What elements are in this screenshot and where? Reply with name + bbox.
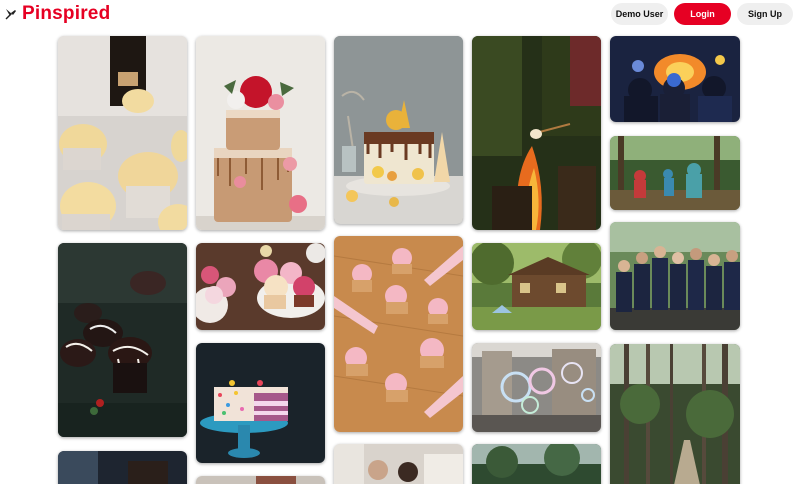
logo[interactable]: Pinspired	[4, 3, 110, 25]
pin-partial-dark[interactable]	[58, 451, 187, 484]
pin-image	[610, 222, 740, 330]
pin-naked-cake[interactable]	[196, 36, 325, 230]
pin-image	[610, 36, 740, 122]
pin-partial-forest[interactable]	[334, 444, 463, 484]
pin-image	[472, 444, 601, 484]
pin-icon	[5, 9, 16, 20]
pin-image	[334, 36, 463, 224]
pin-image	[610, 344, 740, 484]
pin-image	[58, 36, 187, 230]
pin-campfire[interactable]	[472, 36, 601, 230]
pin-pink-cupcakes[interactable]	[196, 243, 325, 330]
pin-image	[58, 451, 187, 484]
pin-image	[196, 476, 325, 484]
pin-forest-path[interactable]	[610, 344, 740, 484]
pin-image	[334, 236, 463, 432]
pin-image	[196, 243, 325, 330]
demo-user-button[interactable]: Demo User	[611, 3, 668, 25]
pin-image	[472, 343, 601, 432]
pin-cupcakes-bottle[interactable]	[58, 36, 187, 230]
pin-image	[610, 136, 740, 210]
brand-name: Pinspired	[22, 3, 111, 24]
pin-image	[472, 36, 601, 230]
pin-image	[196, 36, 325, 230]
pin-partial-kitchen[interactable]	[196, 476, 325, 484]
pin-image	[58, 243, 187, 437]
top-header: Pinspired Demo User Login Sign Up	[0, 0, 800, 30]
pin-image	[334, 444, 463, 484]
pin-drip-cake[interactable]	[334, 36, 463, 224]
pin-group-photo[interactable]	[610, 222, 740, 330]
pin-bubbles[interactable]	[472, 343, 601, 432]
sign-up-button[interactable]: Sign Up	[737, 3, 793, 25]
pin-concert[interactable]	[610, 36, 740, 122]
pin-image	[472, 243, 601, 330]
pin-partial-bottom[interactable]	[472, 444, 601, 484]
pin-image	[196, 343, 325, 463]
pin-hikers[interactable]	[610, 136, 740, 210]
pin-piping-cupcakes[interactable]	[334, 236, 463, 432]
pin-cabin[interactable]	[472, 243, 601, 330]
login-button[interactable]: Login	[674, 3, 731, 25]
pin-sprinkle-cake[interactable]	[196, 343, 325, 463]
pin-chocolate-cupcakes[interactable]	[58, 243, 187, 437]
